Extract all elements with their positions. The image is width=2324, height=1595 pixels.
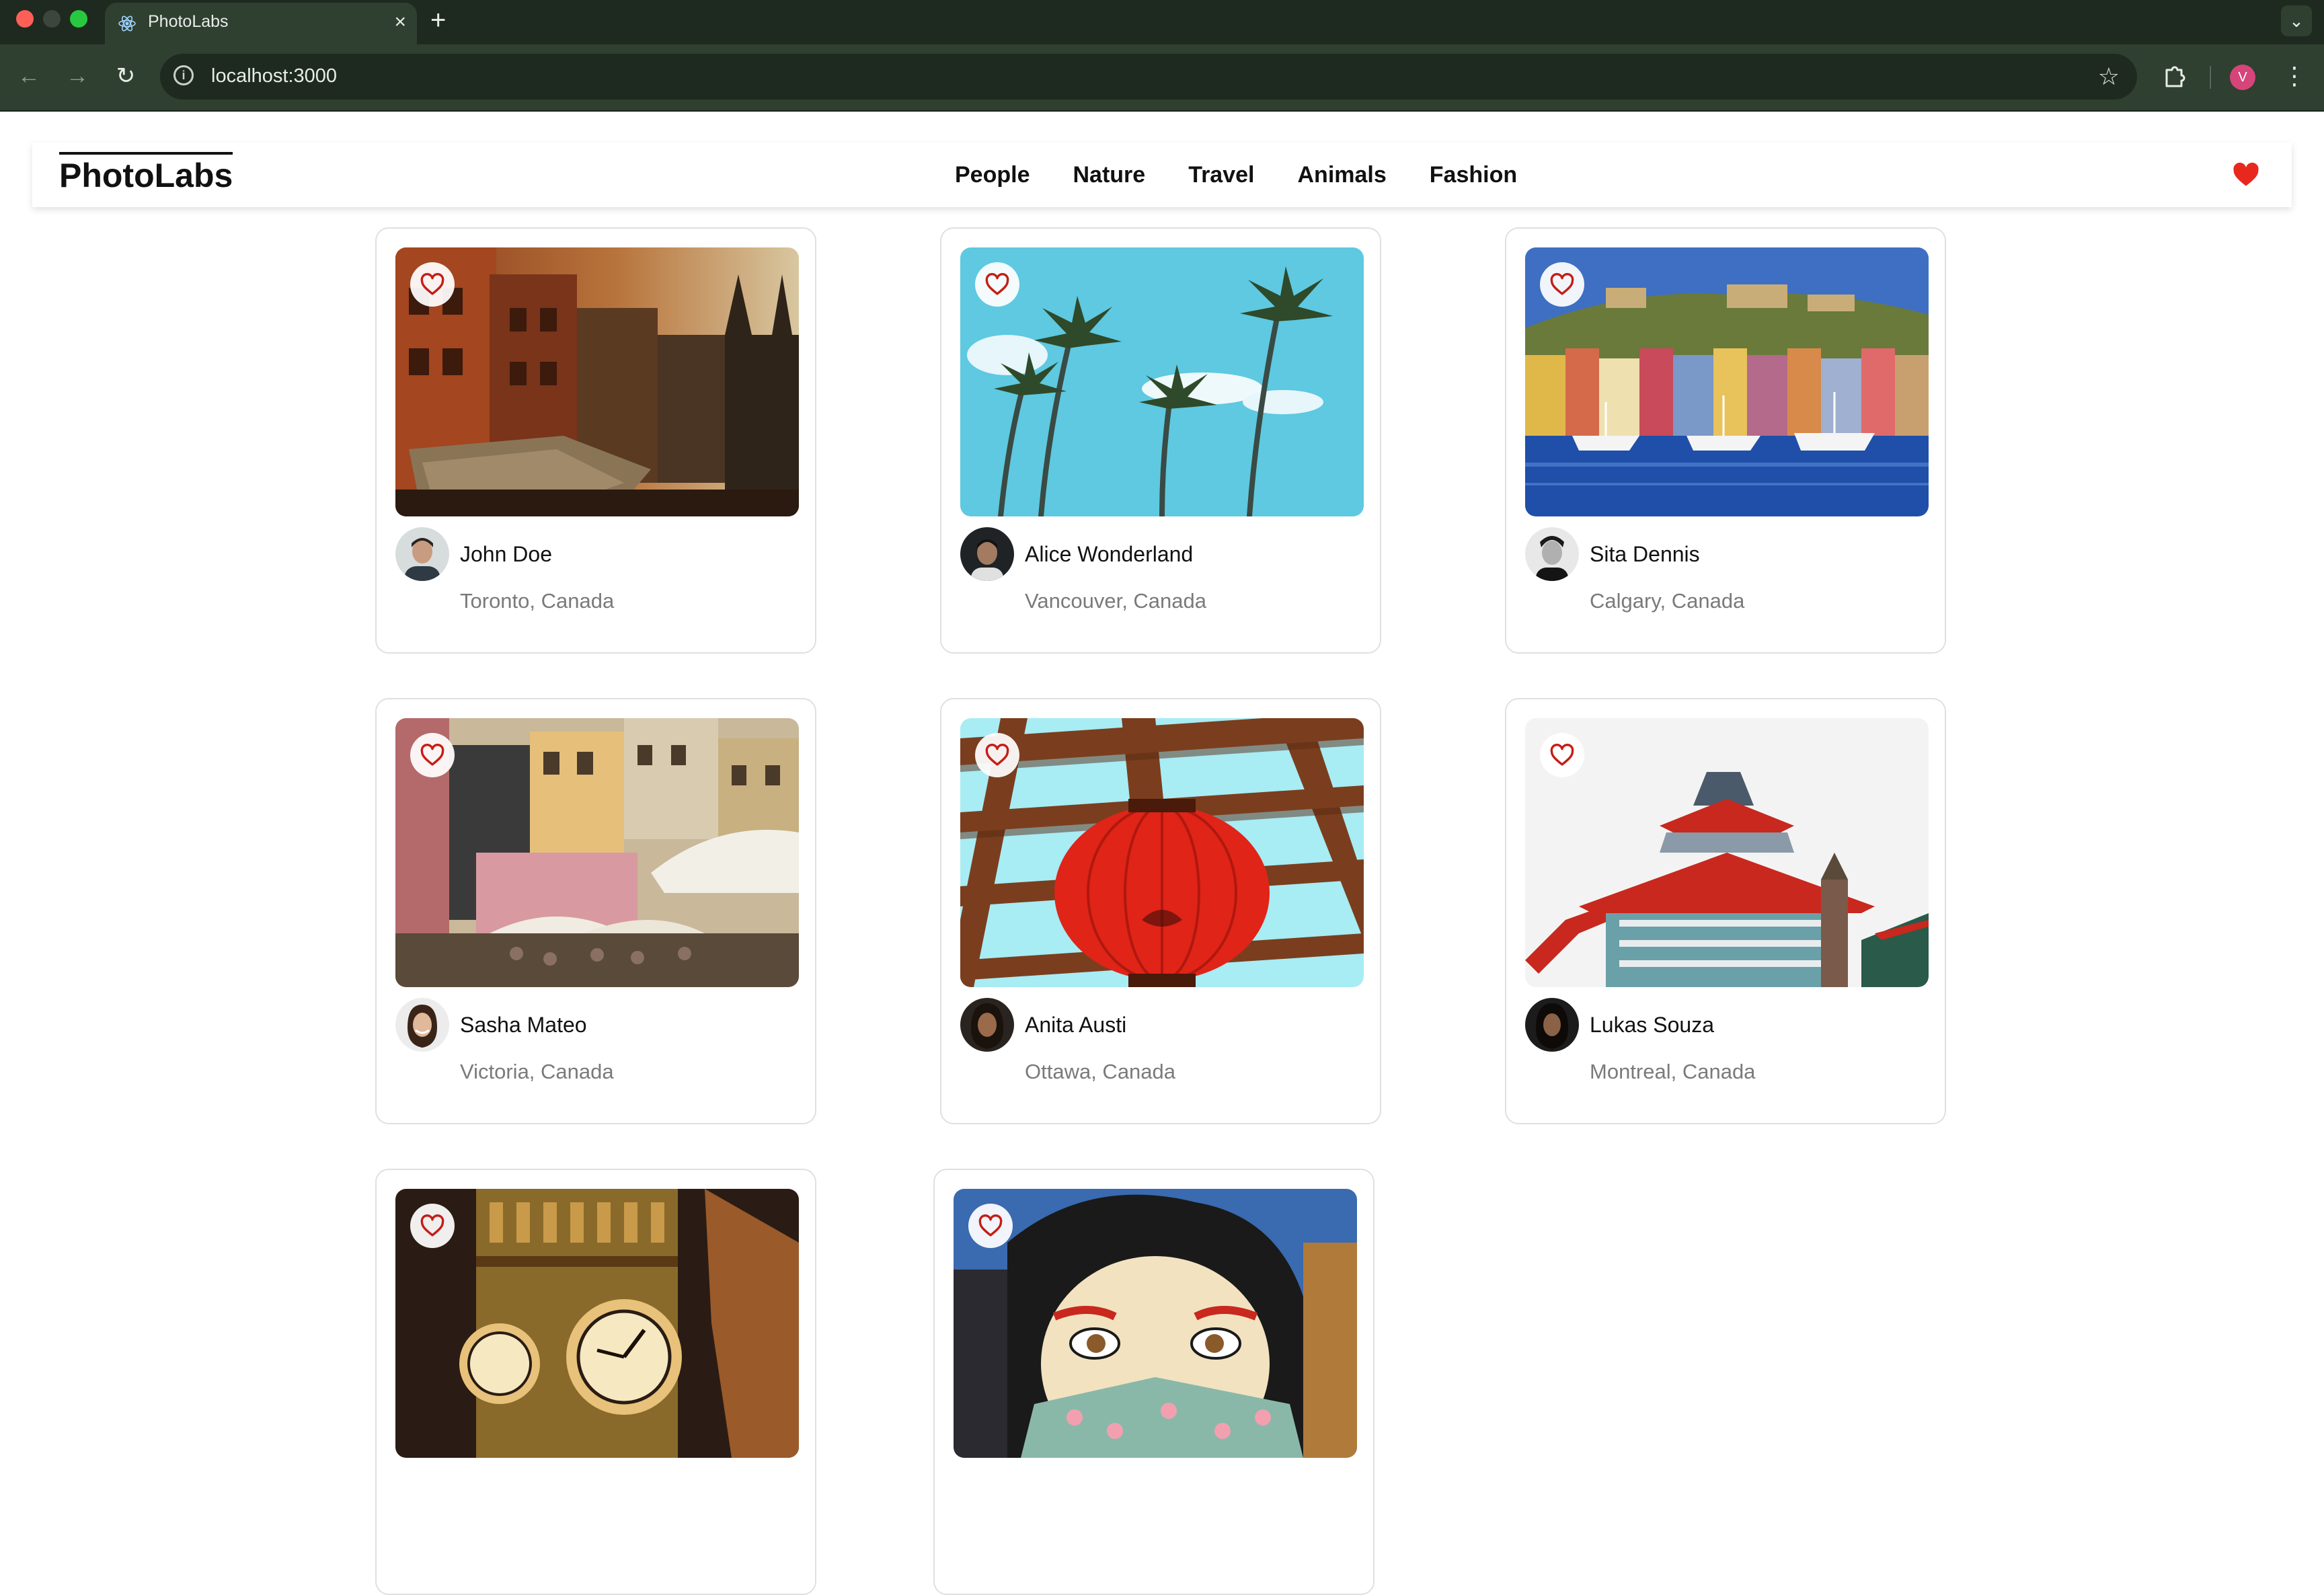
heart-outline-icon (1550, 273, 1574, 295)
forward-button[interactable]: → (61, 59, 94, 93)
photo-image[interactable] (395, 1189, 799, 1458)
user-name: Anita Austi (1025, 1013, 1127, 1037)
site-info-icon[interactable]: i (173, 65, 194, 85)
new-tab-button[interactable]: + (430, 4, 446, 36)
tab-title: PhotoLabs (148, 12, 229, 31)
photo-location: Vancouver, Canada (1025, 589, 1207, 613)
photo-card[interactable]: Alice Wonderland Vancouver, Canada (940, 227, 1381, 654)
photo-card[interactable]: Sita Dennis Calgary, Canada (1505, 227, 1946, 654)
like-button[interactable] (410, 262, 455, 307)
heart-outline-icon (420, 1214, 444, 1237)
user-avatar (1525, 527, 1579, 581)
tab-close-icon[interactable]: × (394, 9, 406, 35)
chevron-down-icon: ⌄ (2289, 11, 2304, 31)
photo-card[interactable] (933, 1169, 1374, 1595)
app-logo[interactable]: PhotoLabs (59, 152, 233, 195)
favorites-heart-icon[interactable] (2231, 160, 2261, 190)
user-avatar (960, 527, 1014, 581)
photo-image[interactable] (954, 1189, 1357, 1458)
heart-outline-icon (978, 1214, 1003, 1237)
photo-location: Ottawa, Canada (1025, 1060, 1176, 1083)
like-button[interactable] (975, 733, 1019, 777)
heart-outline-icon (1550, 744, 1574, 766)
topic-people[interactable]: People (955, 160, 1030, 190)
arrow-right-icon: → (66, 63, 89, 89)
topic-travel[interactable]: Travel (1188, 160, 1254, 190)
user-avatar (1525, 998, 1579, 1052)
user-name: Sasha Mateo (460, 1013, 587, 1037)
extensions-icon[interactable] (2157, 59, 2191, 93)
photo-image[interactable] (960, 247, 1364, 516)
back-button[interactable]: ← (12, 59, 46, 93)
arrow-left-icon: ← (17, 63, 40, 89)
maximize-window-button[interactable] (70, 10, 87, 28)
user-avatar (395, 527, 449, 581)
like-button[interactable] (410, 733, 455, 777)
minimize-window-button[interactable] (43, 10, 61, 28)
browser-titlebar: PhotoLabs × + ⌄ (0, 0, 2324, 44)
tab-search-button[interactable]: ⌄ (2281, 5, 2312, 36)
photo-card[interactable]: Anita Austi Ottawa, Canada (940, 698, 1381, 1124)
heart-outline-icon (985, 273, 1009, 295)
profile-avatar[interactable]: V (2230, 65, 2255, 90)
photo-card[interactable]: Lukas Souza Montreal, Canada (1505, 698, 1946, 1124)
topic-list: People Nature Travel Animals Fashion (955, 160, 1517, 190)
topic-animals[interactable]: Animals (1298, 160, 1387, 190)
browser-toolbar: ← → ↻ i localhost:3000 ☆ V ⋮ (0, 44, 2324, 112)
photo-card[interactable]: Sasha Mateo Victoria, Canada (375, 698, 816, 1124)
toolbar-divider (2210, 66, 2211, 89)
photo-card[interactable] (375, 1169, 816, 1595)
bookmark-star-icon[interactable]: ☆ (2098, 62, 2120, 91)
photo-image[interactable] (1525, 247, 1929, 516)
user-name: John Doe (460, 542, 552, 566)
photo-card[interactable]: John Doe Toronto, Canada (375, 227, 816, 654)
close-window-button[interactable] (16, 10, 34, 28)
user-avatar (960, 998, 1014, 1052)
like-button[interactable] (1540, 262, 1584, 307)
user-name: Alice Wonderland (1025, 542, 1194, 566)
like-button[interactable] (410, 1204, 455, 1248)
photo-location: Calgary, Canada (1590, 589, 1745, 613)
photo-location: Montreal, Canada (1590, 1060, 1756, 1083)
like-button[interactable] (968, 1204, 1013, 1248)
photo-location: Victoria, Canada (460, 1060, 614, 1083)
heart-outline-icon (420, 273, 444, 295)
photo-image[interactable] (1525, 718, 1929, 987)
photo-image[interactable] (395, 247, 799, 516)
photo-image[interactable] (960, 718, 1364, 987)
react-icon (118, 15, 136, 32)
like-button[interactable] (975, 262, 1019, 307)
photo-location: Toronto, Canada (460, 589, 615, 613)
browser-menu-icon[interactable]: ⋮ (2282, 59, 2307, 93)
heart-outline-icon (985, 744, 1009, 766)
like-button[interactable] (1540, 733, 1584, 777)
user-name: Sita Dennis (1590, 542, 1700, 566)
topic-fashion[interactable]: Fashion (1430, 160, 1517, 190)
reload-icon: ↻ (116, 63, 136, 89)
address-bar[interactable]: i localhost:3000 ☆ (160, 54, 2137, 100)
heart-outline-icon (420, 744, 444, 766)
url-text[interactable]: localhost:3000 (211, 65, 337, 87)
photo-image[interactable] (395, 718, 799, 987)
browser-tab[interactable]: PhotoLabs × (105, 3, 417, 44)
user-name: Lukas Souza (1590, 1013, 1715, 1037)
reload-button[interactable]: ↻ (109, 59, 143, 93)
top-nav-bar: PhotoLabs People Nature Travel Animals F… (32, 143, 2292, 207)
user-avatar (395, 998, 449, 1052)
topic-nature[interactable]: Nature (1073, 160, 1145, 190)
